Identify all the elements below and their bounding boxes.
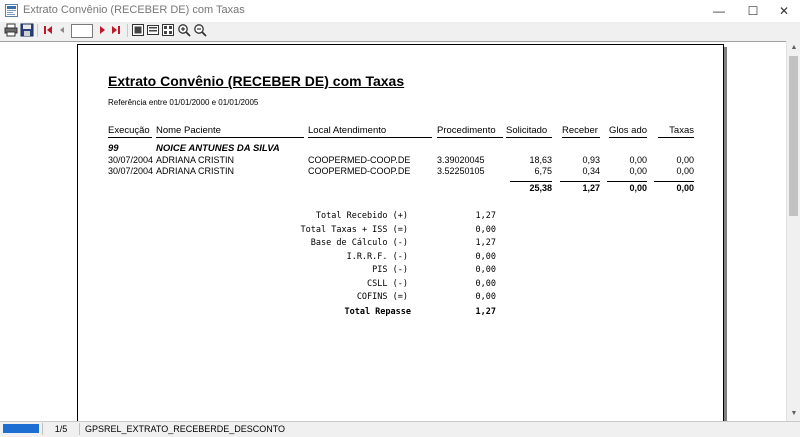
- column-header-solicitado: Solicitado: [506, 125, 552, 138]
- summary-value-total-recebido: 1,27: [475, 211, 496, 221]
- scrollbar-thumb[interactable]: [789, 56, 798, 216]
- toolbar-separator: [37, 24, 38, 37]
- page-number-input[interactable]: [71, 24, 93, 38]
- report-page: Extrato Convênio (RECEBER DE) com Taxas …: [77, 44, 724, 423]
- last-page-icon[interactable]: [109, 23, 123, 37]
- summary-label-cofins: COFINS (=): [356, 292, 408, 302]
- summary-label-irrf: I.R.R.F. (-): [346, 252, 408, 262]
- row-2-local-atendimento: COOPERMED-COOP.DE: [308, 166, 411, 176]
- total-rule-glosado: [607, 181, 647, 182]
- previous-page-icon[interactable]: [55, 23, 69, 37]
- summary-value-cofins: 0,00: [475, 292, 496, 302]
- column-header-receber: Receber: [562, 125, 600, 138]
- summary-label-total-taxas: Total Taxas + ISS (=): [300, 225, 408, 235]
- row-2-nome-paciente: ADRIANA CRISTIN: [156, 166, 235, 176]
- page-width-icon[interactable]: [146, 23, 160, 37]
- summary-label-total-recebido: Total Recebido (+): [315, 211, 408, 221]
- save-icon[interactable]: [20, 23, 34, 37]
- first-page-icon[interactable]: [41, 23, 55, 37]
- group-name: NOICE ANTUNES DA SILVA: [156, 143, 280, 154]
- row-1-receber: 0,93: [582, 155, 600, 165]
- zoom-in-icon[interactable]: [177, 23, 191, 37]
- total-rule-receber: [560, 181, 600, 182]
- total-rule-taxas: [654, 181, 694, 182]
- total-taxas: 0,00: [676, 183, 694, 193]
- column-header-procedimento: Procedimento: [437, 125, 503, 138]
- summary-label-base-calculo: Base de Cálculo (-): [310, 238, 408, 248]
- column-header-execucao: Execução: [108, 125, 152, 138]
- group-code: 99: [108, 143, 119, 154]
- summary-value-irrf: 0,00: [475, 252, 496, 262]
- report-period: Referência entre 01/01/2000 e 01/01/2005: [108, 98, 259, 107]
- summary-value-total-taxas: 0,00: [475, 225, 496, 235]
- row-2-taxas: 0,00: [676, 166, 694, 176]
- app-icon: [5, 4, 18, 17]
- toolbar: [0, 22, 800, 40]
- whole-page-icon[interactable]: [131, 23, 145, 37]
- row-1-procedimento: 3.39020045: [437, 155, 485, 165]
- total-glosado: 0,00: [629, 183, 647, 193]
- summary-value-pis: 0,00: [475, 265, 496, 275]
- row-1-local-atendimento: COOPERMED-COOP.DE: [308, 155, 411, 165]
- summary-label-pis: PIS (-): [372, 265, 408, 275]
- row-2-glosado: 0,00: [629, 166, 647, 176]
- title-bar: Extrato Convênio (RECEBER DE) com Taxas …: [0, 0, 800, 23]
- column-header-taxas: Taxas: [658, 125, 694, 138]
- zoom-out-icon[interactable]: [193, 23, 207, 37]
- row-2-receber: 0,34: [582, 166, 600, 176]
- summary-value-base-calculo: 1,27: [475, 238, 496, 248]
- total-receber: 1,27: [582, 183, 600, 193]
- scroll-up-icon[interactable]: ▲: [787, 41, 800, 55]
- column-header-local-atendimento: Local Atendimento: [308, 125, 432, 138]
- toolbar-separator: [127, 24, 128, 37]
- close-button[interactable]: ✕: [769, 0, 799, 22]
- window-title: Extrato Convênio (RECEBER DE) com Taxas: [23, 4, 245, 16]
- row-2-procedimento: 3.52250105: [437, 166, 485, 176]
- minimize-button[interactable]: —: [704, 0, 734, 22]
- column-header-glosado: Glos ado: [609, 125, 648, 138]
- status-report-name: GPSREL_EXTRATO_RECEBERDE_DESCONTO: [85, 424, 286, 434]
- row-1-glosado: 0,00: [629, 155, 647, 165]
- vertical-scrollbar[interactable]: ▲ ▼: [786, 41, 800, 421]
- scroll-down-icon[interactable]: ▼: [787, 407, 800, 421]
- maximize-button[interactable]: ☐: [738, 0, 768, 22]
- row-2-execucao: 30/07/2004: [108, 166, 154, 176]
- row-2-solicitado: 6,75: [534, 166, 552, 176]
- summary-value-csll: 0,00: [475, 279, 496, 289]
- print-icon[interactable]: [4, 23, 18, 37]
- summary-label-total-repasse: Total Repasse: [344, 307, 411, 317]
- report-window: Extrato Convênio (RECEBER DE) com Taxas …: [0, 0, 800, 437]
- column-header-nome-paciente: Nome Paciente: [156, 125, 304, 138]
- total-rule-solicitado: [510, 181, 552, 182]
- group-header: 99 NOICE ANTUNES DA SILVA: [108, 143, 280, 154]
- row-1-taxas: 0,00: [676, 155, 694, 165]
- row-1-nome-paciente: ADRIANA CRISTIN: [156, 155, 235, 165]
- report-title: Extrato Convênio (RECEBER DE) com Taxas: [108, 73, 405, 89]
- progress-bar: [3, 424, 39, 433]
- row-1-execucao: 30/07/2004: [108, 155, 154, 165]
- summary-label-csll: CSLL (-): [367, 279, 408, 289]
- total-solicitado: 25,38: [529, 183, 552, 193]
- summary-value-total-repasse: 1,27: [475, 307, 496, 317]
- next-page-icon[interactable]: [95, 23, 109, 37]
- status-page-indicator: 1/5: [42, 423, 80, 435]
- multi-page-icon[interactable]: [161, 23, 175, 37]
- row-1-solicitado: 18,63: [529, 155, 552, 165]
